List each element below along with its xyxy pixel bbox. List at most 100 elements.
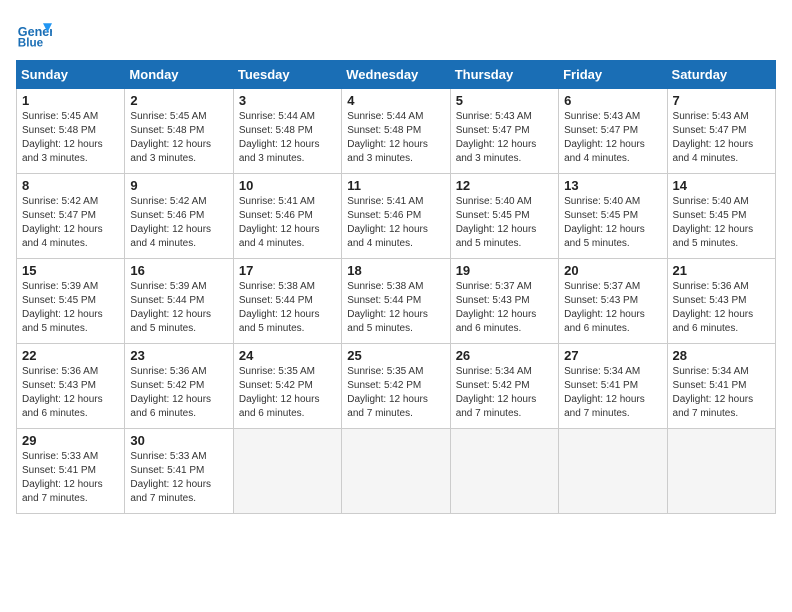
calendar-cell: 13 Sunrise: 5:40 AMSunset: 5:45 PMDaylig…: [559, 174, 667, 259]
day-number: 25: [347, 348, 444, 363]
day-info: Sunrise: 5:36 AMSunset: 5:43 PMDaylight:…: [22, 365, 119, 421]
day-number: 12: [456, 178, 553, 193]
day-number: 16: [130, 263, 227, 278]
day-number: 3: [239, 93, 336, 108]
page-header: General Blue: [16, 16, 776, 52]
day-number: 11: [347, 178, 444, 193]
day-info: Sunrise: 5:38 AMSunset: 5:44 PMDaylight:…: [347, 280, 444, 336]
day-number: 8: [22, 178, 119, 193]
day-info: Sunrise: 5:41 AMSunset: 5:46 PMDaylight:…: [239, 195, 336, 251]
day-number: 15: [22, 263, 119, 278]
day-info: Sunrise: 5:45 AMSunset: 5:48 PMDaylight:…: [22, 110, 119, 166]
calendar-cell: 1 Sunrise: 5:45 AMSunset: 5:48 PMDayligh…: [17, 89, 125, 174]
day-info: Sunrise: 5:38 AMSunset: 5:44 PMDaylight:…: [239, 280, 336, 336]
calendar-cell: [559, 429, 667, 514]
calendar-cell: 6 Sunrise: 5:43 AMSunset: 5:47 PMDayligh…: [559, 89, 667, 174]
day-number: 20: [564, 263, 661, 278]
day-number: 1: [22, 93, 119, 108]
calendar-week-5: 29 Sunrise: 5:33 AMSunset: 5:41 PMDaylig…: [17, 429, 776, 514]
calendar-cell: 26 Sunrise: 5:34 AMSunset: 5:42 PMDaylig…: [450, 344, 558, 429]
calendar-cell: 14 Sunrise: 5:40 AMSunset: 5:45 PMDaylig…: [667, 174, 775, 259]
calendar-cell: 12 Sunrise: 5:40 AMSunset: 5:45 PMDaylig…: [450, 174, 558, 259]
day-info: Sunrise: 5:37 AMSunset: 5:43 PMDaylight:…: [564, 280, 661, 336]
day-number: 26: [456, 348, 553, 363]
day-info: Sunrise: 5:45 AMSunset: 5:48 PMDaylight:…: [130, 110, 227, 166]
day-header-friday: Friday: [559, 61, 667, 89]
calendar-week-4: 22 Sunrise: 5:36 AMSunset: 5:43 PMDaylig…: [17, 344, 776, 429]
day-header-monday: Monday: [125, 61, 233, 89]
day-number: 17: [239, 263, 336, 278]
calendar-cell: 25 Sunrise: 5:35 AMSunset: 5:42 PMDaylig…: [342, 344, 450, 429]
calendar-week-2: 8 Sunrise: 5:42 AMSunset: 5:47 PMDayligh…: [17, 174, 776, 259]
day-number: 13: [564, 178, 661, 193]
day-info: Sunrise: 5:36 AMSunset: 5:43 PMDaylight:…: [673, 280, 770, 336]
day-info: Sunrise: 5:44 AMSunset: 5:48 PMDaylight:…: [347, 110, 444, 166]
day-info: Sunrise: 5:41 AMSunset: 5:46 PMDaylight:…: [347, 195, 444, 251]
calendar-cell: 5 Sunrise: 5:43 AMSunset: 5:47 PMDayligh…: [450, 89, 558, 174]
day-info: Sunrise: 5:34 AMSunset: 5:41 PMDaylight:…: [673, 365, 770, 421]
day-info: Sunrise: 5:35 AMSunset: 5:42 PMDaylight:…: [239, 365, 336, 421]
day-info: Sunrise: 5:43 AMSunset: 5:47 PMDaylight:…: [673, 110, 770, 166]
logo: General Blue: [16, 16, 52, 52]
day-number: 28: [673, 348, 770, 363]
calendar-cell: 17 Sunrise: 5:38 AMSunset: 5:44 PMDaylig…: [233, 259, 341, 344]
day-info: Sunrise: 5:44 AMSunset: 5:48 PMDaylight:…: [239, 110, 336, 166]
calendar-cell: 15 Sunrise: 5:39 AMSunset: 5:45 PMDaylig…: [17, 259, 125, 344]
calendar-cell: 20 Sunrise: 5:37 AMSunset: 5:43 PMDaylig…: [559, 259, 667, 344]
calendar-cell: 22 Sunrise: 5:36 AMSunset: 5:43 PMDaylig…: [17, 344, 125, 429]
day-number: 10: [239, 178, 336, 193]
calendar-cell: 4 Sunrise: 5:44 AMSunset: 5:48 PMDayligh…: [342, 89, 450, 174]
day-header-sunday: Sunday: [17, 61, 125, 89]
day-info: Sunrise: 5:33 AMSunset: 5:41 PMDaylight:…: [130, 450, 227, 506]
calendar-cell: [342, 429, 450, 514]
day-number: 6: [564, 93, 661, 108]
calendar-cell: 19 Sunrise: 5:37 AMSunset: 5:43 PMDaylig…: [450, 259, 558, 344]
day-info: Sunrise: 5:42 AMSunset: 5:47 PMDaylight:…: [22, 195, 119, 251]
calendar-week-3: 15 Sunrise: 5:39 AMSunset: 5:45 PMDaylig…: [17, 259, 776, 344]
day-number: 9: [130, 178, 227, 193]
day-number: 4: [347, 93, 444, 108]
day-number: 24: [239, 348, 336, 363]
calendar-cell: 21 Sunrise: 5:36 AMSunset: 5:43 PMDaylig…: [667, 259, 775, 344]
calendar-cell: 27 Sunrise: 5:34 AMSunset: 5:41 PMDaylig…: [559, 344, 667, 429]
calendar-cell: 3 Sunrise: 5:44 AMSunset: 5:48 PMDayligh…: [233, 89, 341, 174]
day-info: Sunrise: 5:42 AMSunset: 5:46 PMDaylight:…: [130, 195, 227, 251]
day-number: 27: [564, 348, 661, 363]
day-info: Sunrise: 5:43 AMSunset: 5:47 PMDaylight:…: [456, 110, 553, 166]
day-info: Sunrise: 5:43 AMSunset: 5:47 PMDaylight:…: [564, 110, 661, 166]
days-header-row: SundayMondayTuesdayWednesdayThursdayFrid…: [17, 61, 776, 89]
day-info: Sunrise: 5:34 AMSunset: 5:42 PMDaylight:…: [456, 365, 553, 421]
day-number: 21: [673, 263, 770, 278]
day-number: 14: [673, 178, 770, 193]
calendar-cell: 8 Sunrise: 5:42 AMSunset: 5:47 PMDayligh…: [17, 174, 125, 259]
calendar-cell: 7 Sunrise: 5:43 AMSunset: 5:47 PMDayligh…: [667, 89, 775, 174]
day-header-saturday: Saturday: [667, 61, 775, 89]
calendar-week-1: 1 Sunrise: 5:45 AMSunset: 5:48 PMDayligh…: [17, 89, 776, 174]
calendar-cell: 18 Sunrise: 5:38 AMSunset: 5:44 PMDaylig…: [342, 259, 450, 344]
day-info: Sunrise: 5:34 AMSunset: 5:41 PMDaylight:…: [564, 365, 661, 421]
calendar-cell: [450, 429, 558, 514]
day-info: Sunrise: 5:39 AMSunset: 5:44 PMDaylight:…: [130, 280, 227, 336]
calendar-cell: [667, 429, 775, 514]
day-info: Sunrise: 5:37 AMSunset: 5:43 PMDaylight:…: [456, 280, 553, 336]
calendar-cell: [233, 429, 341, 514]
day-number: 2: [130, 93, 227, 108]
day-info: Sunrise: 5:40 AMSunset: 5:45 PMDaylight:…: [456, 195, 553, 251]
day-number: 30: [130, 433, 227, 448]
calendar-cell: 30 Sunrise: 5:33 AMSunset: 5:41 PMDaylig…: [125, 429, 233, 514]
day-info: Sunrise: 5:36 AMSunset: 5:42 PMDaylight:…: [130, 365, 227, 421]
day-info: Sunrise: 5:40 AMSunset: 5:45 PMDaylight:…: [564, 195, 661, 251]
calendar-cell: 2 Sunrise: 5:45 AMSunset: 5:48 PMDayligh…: [125, 89, 233, 174]
day-info: Sunrise: 5:40 AMSunset: 5:45 PMDaylight:…: [673, 195, 770, 251]
day-number: 5: [456, 93, 553, 108]
calendar-cell: 11 Sunrise: 5:41 AMSunset: 5:46 PMDaylig…: [342, 174, 450, 259]
day-number: 19: [456, 263, 553, 278]
calendar-cell: 23 Sunrise: 5:36 AMSunset: 5:42 PMDaylig…: [125, 344, 233, 429]
calendar-cell: 29 Sunrise: 5:33 AMSunset: 5:41 PMDaylig…: [17, 429, 125, 514]
day-info: Sunrise: 5:33 AMSunset: 5:41 PMDaylight:…: [22, 450, 119, 506]
day-number: 22: [22, 348, 119, 363]
calendar-cell: 9 Sunrise: 5:42 AMSunset: 5:46 PMDayligh…: [125, 174, 233, 259]
calendar-cell: 24 Sunrise: 5:35 AMSunset: 5:42 PMDaylig…: [233, 344, 341, 429]
day-number: 23: [130, 348, 227, 363]
day-header-tuesday: Tuesday: [233, 61, 341, 89]
